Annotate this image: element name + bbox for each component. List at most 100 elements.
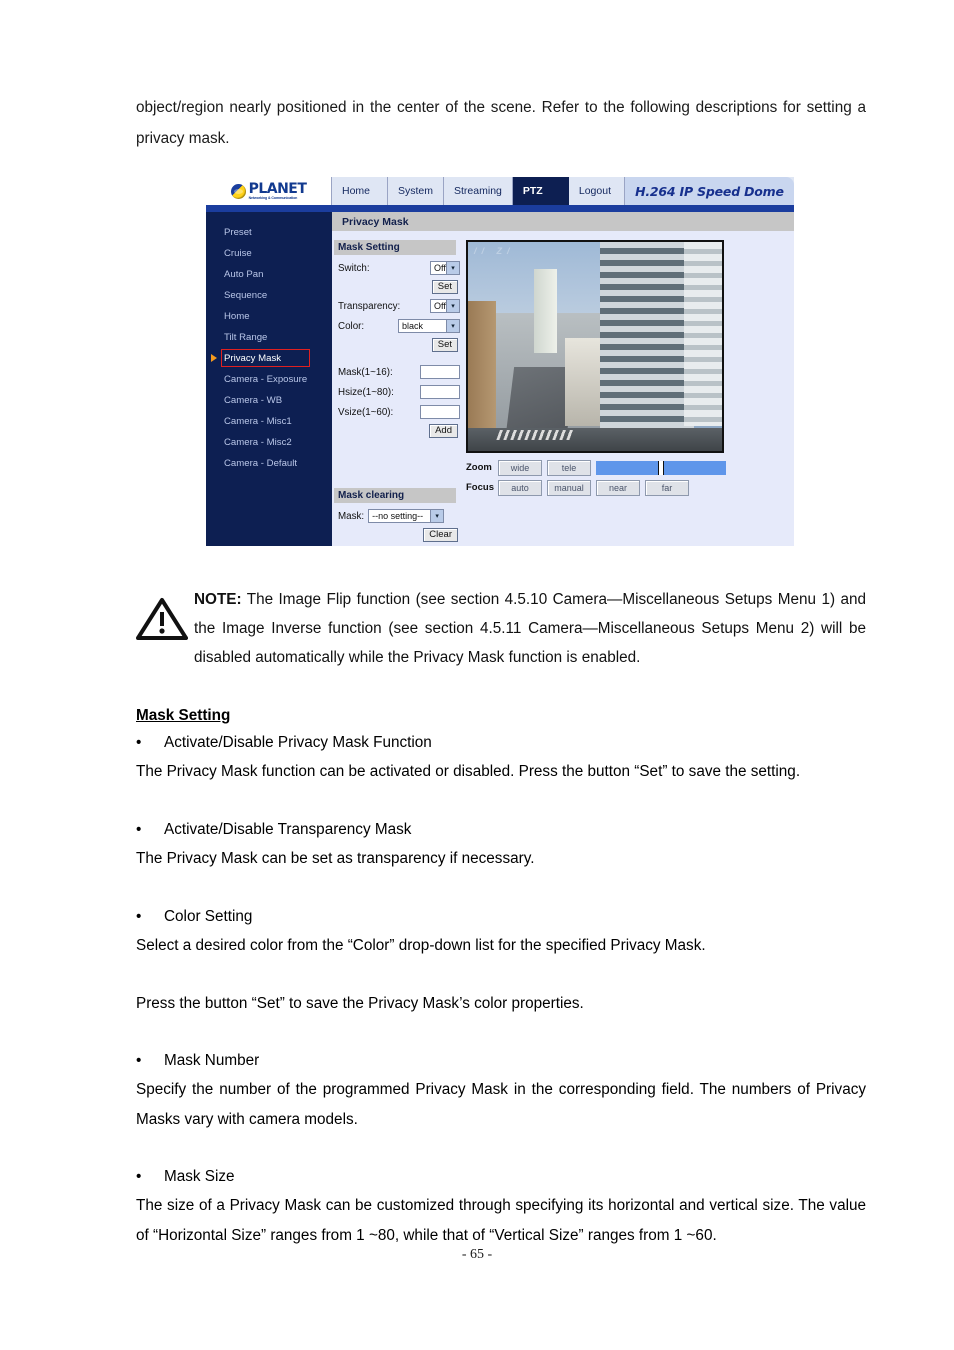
page-title: Privacy Mask — [332, 212, 794, 231]
bullet-dot: • — [136, 908, 142, 925]
chevron-down-icon: ▾ — [446, 320, 459, 332]
bullet-dot: • — [136, 1052, 142, 1069]
live-video-preview[interactable]: // Z/ — [466, 240, 724, 453]
hsize-input[interactable] — [420, 385, 460, 399]
nav-item-logout[interactable]: Logout — [568, 177, 625, 205]
video-high-tower — [534, 269, 557, 353]
switch-row: Switch: Off ▾ — [334, 258, 460, 278]
video-right-building — [683, 242, 722, 426]
bullet-title: Mask Size — [164, 1168, 235, 1185]
zoom-wide-button[interactable]: wide — [498, 459, 542, 476]
set-button-switch[interactable]: Set — [431, 279, 458, 295]
globe-icon — [230, 183, 246, 199]
bullet-mask-size: • Mask Size — [136, 1164, 866, 1190]
add-button[interactable]: Add — [429, 423, 458, 439]
para-activate-privacy-mask: The Privacy Mask function can be activat… — [136, 763, 801, 780]
mask-number-row: Mask(1~16): — [334, 362, 460, 382]
video-large-building — [600, 242, 695, 451]
sidebar-item-preset[interactable]: Preset — [206, 222, 332, 243]
focus-label: Focus — [466, 482, 494, 493]
para-color-setting-save: Press the button “Set” to save the Priva… — [136, 995, 584, 1012]
product-brand-text: H.264 IP Speed Dome — [635, 183, 784, 199]
sidebar-item-label: Camera - Misc1 — [224, 416, 292, 427]
sidebar-item-camera-default[interactable]: Camera - Default — [206, 453, 332, 474]
transparency-label: Transparency: — [338, 300, 401, 312]
zoom-slider-handle[interactable] — [658, 460, 665, 475]
video-crosswalk — [496, 430, 577, 441]
focus-far-button[interactable]: far — [645, 479, 689, 496]
mask-clearing-select-value: --no setting-- — [372, 511, 424, 521]
zoom-label: Zoom — [466, 462, 492, 473]
sidebar-item-camera-misc2[interactable]: Camera - Misc2 — [206, 432, 332, 453]
header-accent-bar — [206, 205, 794, 212]
focus-manual-button[interactable]: manual — [547, 479, 591, 496]
sidebar-item-label: Camera - WB — [224, 395, 283, 406]
product-brand: H.264 IP Speed Dome — [624, 177, 794, 205]
video-mid-building — [564, 338, 601, 426]
nav-item-system[interactable]: System — [388, 177, 445, 205]
bullet-title: Mask Number — [164, 1052, 260, 1069]
sidebar-item-camera-exposure[interactable]: Camera - Exposure — [206, 369, 332, 390]
color-select[interactable]: black ▾ — [398, 319, 460, 333]
intro-paragraph: object/region nearly positioned in the c… — [136, 99, 866, 147]
sidebar-item-label: Preset — [224, 227, 252, 238]
clear-button[interactable]: Clear — [423, 527, 458, 543]
ptz-content-area: Privacy Mask Mask Setting Switch: Off ▾ — [332, 212, 794, 546]
sidebar-item-camera-misc1[interactable]: Camera - Misc1 — [206, 411, 332, 432]
video-overlay-text: // Z/ — [474, 246, 515, 256]
mask-clearing-select[interactable]: --no setting-- ▾ — [368, 509, 445, 523]
para-mask-number: Specify the number of the programmed Pri… — [136, 1081, 866, 1128]
mask-number-label: Mask(1~16): — [338, 366, 393, 378]
bullet-transparency-mask: • Activate/Disable Transparency Mask — [136, 817, 866, 843]
logo-name: PLANET — [248, 180, 307, 197]
sidebar-item-tilt-range[interactable]: Tilt Range — [206, 327, 332, 348]
sidebar-item-auto-pan[interactable]: Auto Pan — [206, 264, 332, 285]
focus-auto-button[interactable]: auto — [498, 479, 542, 496]
note-text: NOTE: The Image Flip function (see secti… — [194, 585, 866, 672]
bullet-dot: • — [136, 1168, 142, 1185]
para-transparency-mask: The Privacy Mask can be set as transpare… — [136, 850, 535, 867]
zoom-tele-button[interactable]: tele — [547, 459, 591, 476]
sidebar-item-sequence[interactable]: Sequence — [206, 285, 332, 306]
vsize-row: Vsize(1~60): — [334, 402, 460, 422]
sidebar-item-home[interactable]: Home — [206, 306, 332, 327]
sidebar-item-camera-wb[interactable]: Camera - WB — [206, 390, 332, 411]
focus-near-button[interactable]: near — [596, 479, 640, 496]
ptz-sidebar: Preset Cruise Auto Pan Sequence Home Til… — [206, 212, 332, 546]
vsize-input[interactable] — [420, 405, 460, 419]
document-page: object/region nearly positioned in the c… — [0, 0, 954, 1350]
sidebar-item-label: Cruise — [224, 248, 252, 259]
embedded-camera-ui-screenshot: PLANET Networking & Communication Home S… — [206, 177, 794, 546]
chevron-down-icon: ▾ — [446, 300, 459, 312]
set-button-color[interactable]: Set — [431, 337, 458, 353]
main-nav: Home System Streaming PTZ Logout H.264 I… — [332, 177, 794, 205]
planet-logo: PLANET Networking & Communication — [206, 177, 332, 205]
color-row: Color: black ▾ — [334, 316, 460, 336]
nav-item-streaming[interactable]: Streaming — [444, 177, 513, 205]
transparency-row: Transparency: Off ▾ — [334, 296, 460, 316]
bullet-title: Color Setting — [164, 908, 253, 925]
section-heading-mask-setting: Mask Setting — [136, 707, 231, 724]
ui-header: PLANET Networking & Communication Home S… — [206, 177, 794, 205]
nav-item-home[interactable]: Home — [332, 177, 388, 205]
mask-setting-group-header: Mask Setting — [334, 240, 456, 255]
mask-clearing-group-header: Mask clearing — [334, 488, 456, 503]
hsize-row: Hsize(1~80): — [334, 382, 460, 402]
zoom-slider[interactable] — [596, 460, 726, 475]
nav-item-ptz[interactable]: PTZ — [512, 177, 569, 205]
color-label: Color: — [338, 320, 365, 332]
switch-select[interactable]: Off ▾ — [430, 261, 460, 275]
note-label: NOTE: — [194, 591, 242, 608]
hsize-label: Hsize(1~80): — [338, 386, 394, 398]
sidebar-item-privacy-mask[interactable]: Privacy Mask — [206, 348, 332, 369]
mask-number-input[interactable] — [420, 365, 460, 379]
sidebar-item-label: Camera - Misc2 — [224, 437, 292, 448]
video-column: // Z/ Zoom wide tele Focus auto manual n… — [460, 240, 794, 544]
focus-control-row: Focus auto manual near far — [466, 479, 794, 496]
sidebar-item-cruise[interactable]: Cruise — [206, 243, 332, 264]
transparency-select[interactable]: Off ▾ — [430, 299, 460, 313]
logo-tagline: Networking & Communication — [248, 195, 298, 200]
mask-clearing-row: Mask: --no setting-- ▾ — [334, 506, 460, 526]
chevron-down-icon: ▾ — [446, 262, 459, 274]
sidebar-item-label: Sequence — [224, 290, 268, 301]
